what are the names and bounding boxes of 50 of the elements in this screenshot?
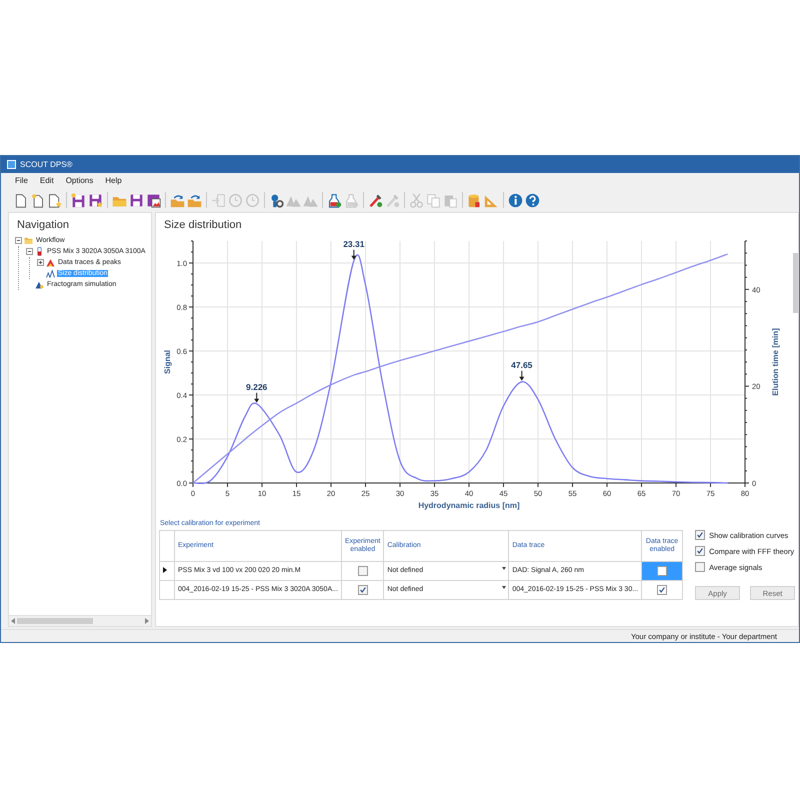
checkbox[interactable] — [695, 530, 706, 540]
folder-arrow-icon[interactable] — [170, 192, 185, 208]
app-logo-icon — [7, 160, 16, 169]
window-title: SCOUT DPS® — [20, 160, 72, 169]
peak-icon — [46, 258, 55, 267]
secondary-y-axis-label: Elution time [min] — [771, 328, 780, 396]
y-axis-label: Signal — [163, 350, 172, 374]
info-icon[interactable] — [508, 192, 523, 208]
document-star-icon[interactable] — [47, 192, 62, 208]
peak-arrow — [519, 370, 524, 381]
pipette-icon[interactable] — [368, 192, 383, 208]
peak-arrow — [254, 392, 260, 403]
checkbox[interactable] — [657, 566, 668, 576]
panel-title: Navigation — [16, 218, 70, 233]
collapse-icon[interactable] — [15, 237, 22, 244]
folder-icon — [24, 236, 33, 245]
table-cell[interactable] — [642, 580, 683, 600]
vertical-scrollbar[interactable] — [793, 253, 798, 313]
checkbox[interactable] — [358, 566, 368, 576]
collapse-icon[interactable] — [26, 248, 33, 255]
menu-item[interactable]: Edit — [40, 176, 54, 185]
document-icon[interactable] — [13, 192, 28, 208]
menu-item[interactable]: Help — [105, 176, 122, 185]
peak-arrow — [351, 249, 356, 260]
bottle-icon[interactable] — [327, 192, 342, 208]
checkbox[interactable] — [657, 584, 668, 595]
menu-item[interactable]: Options — [66, 176, 94, 185]
checkbox[interactable] — [695, 562, 706, 572]
x-axis-label: Hydrodynamic radius [nm] — [418, 501, 520, 510]
checkbox[interactable] — [695, 546, 706, 556]
dropdown-arrow-icon[interactable] — [502, 566, 506, 570]
floppy-picture-icon[interactable] — [146, 192, 161, 208]
database-icon[interactable] — [467, 192, 482, 208]
peak-label: 9.226 — [246, 382, 268, 392]
vial-icon — [35, 247, 44, 256]
peak-label: 23.31 — [343, 238, 364, 249]
expand-icon[interactable] — [37, 259, 44, 266]
menu-item[interactable]: File — [15, 176, 28, 185]
peak-label: 47.65 — [511, 360, 532, 370]
horizontal-scrollbar[interactable] — [9, 615, 151, 626]
folder-arrow-icon[interactable] — [187, 192, 202, 208]
panel-title: Size distribution — [163, 218, 243, 233]
current-row-icon — [163, 566, 167, 573]
checkbox[interactable] — [358, 584, 368, 595]
simulation-icon — [35, 280, 44, 289]
selected-cell[interactable] — [642, 561, 683, 580]
help-icon[interactable] — [525, 192, 540, 208]
dropdown-arrow-icon[interactable] — [502, 586, 506, 589]
new-document-icon[interactable] — [30, 192, 45, 208]
distribution-icon — [46, 269, 55, 278]
